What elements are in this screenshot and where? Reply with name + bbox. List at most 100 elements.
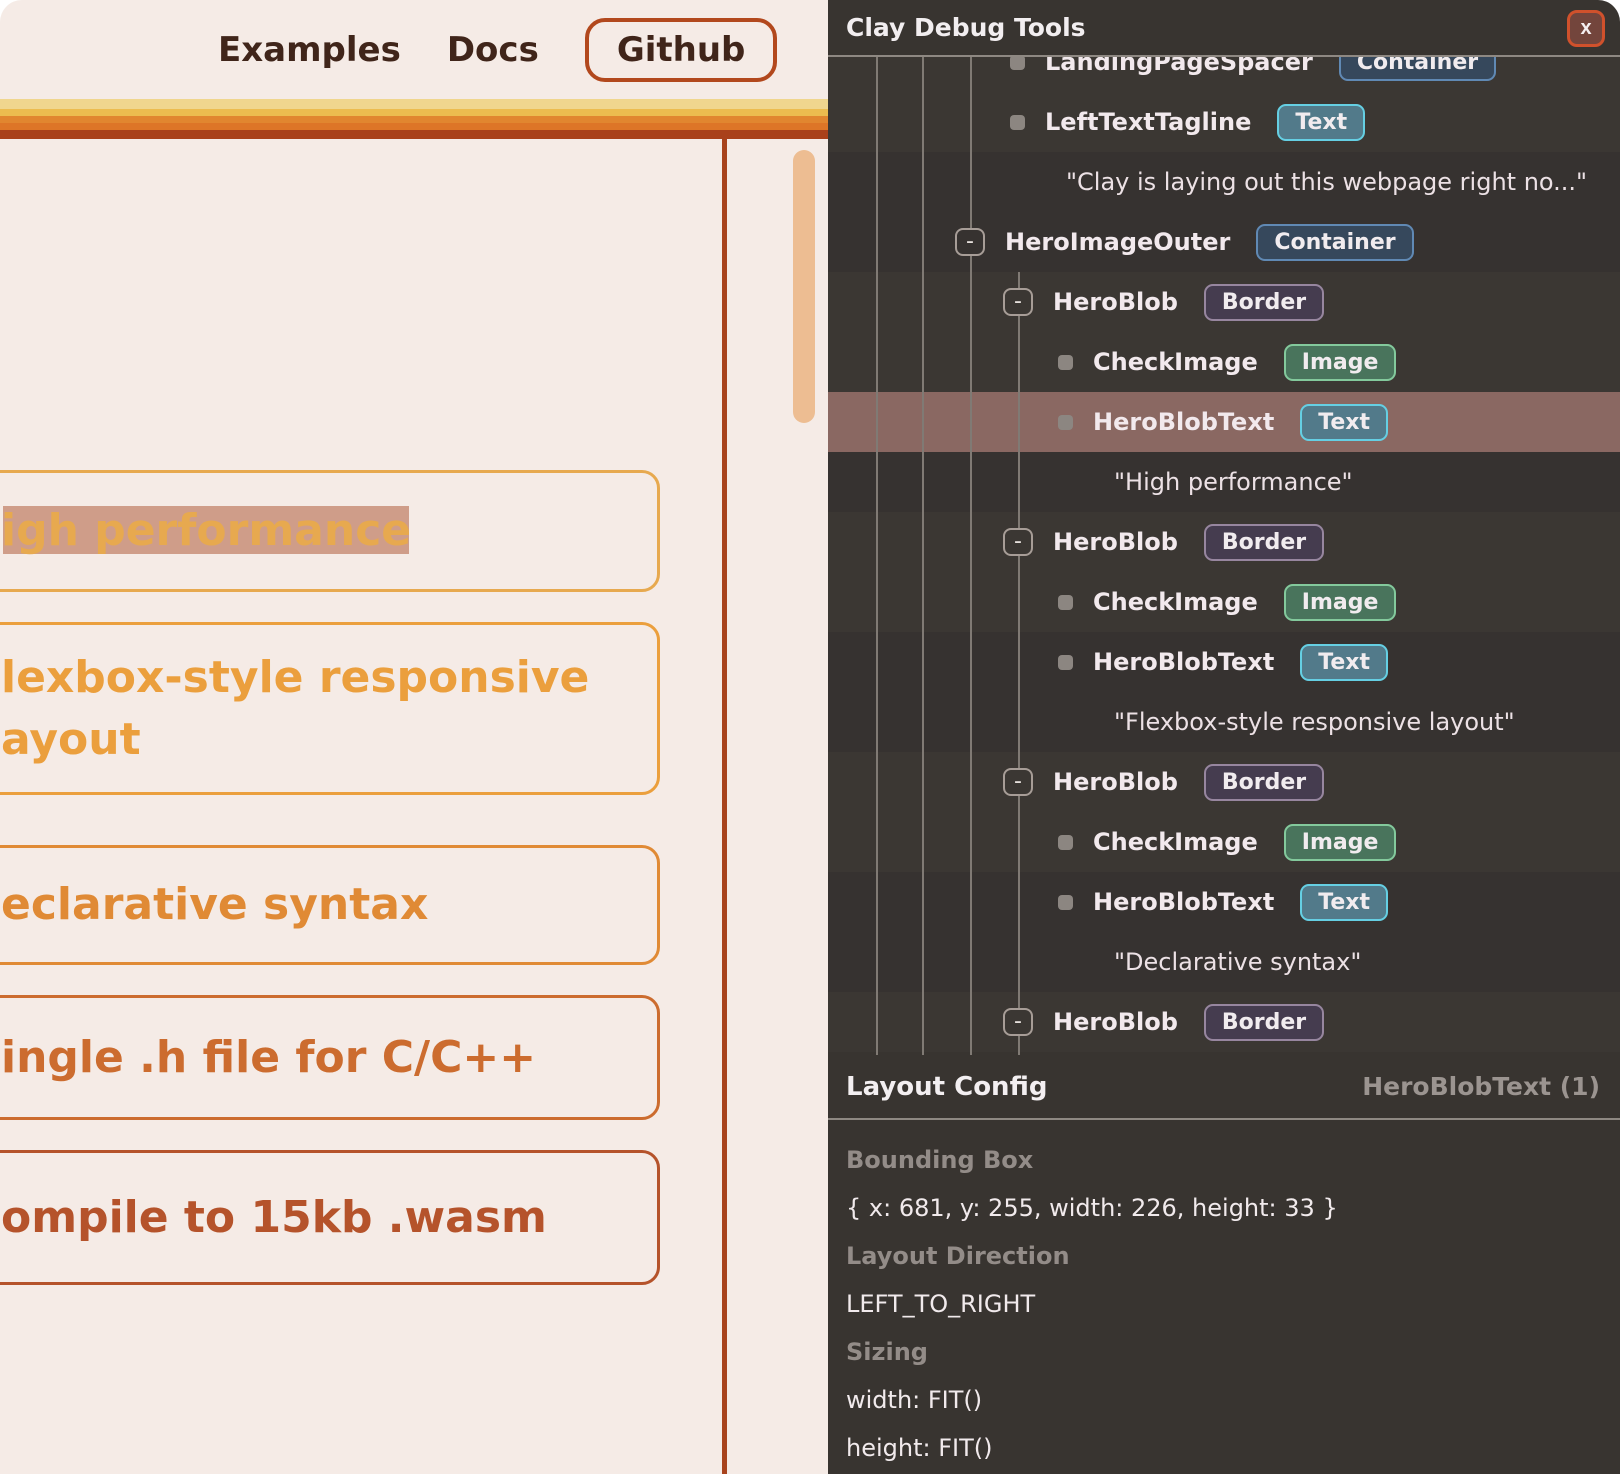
config-field-value: height: FIT() (846, 1424, 1620, 1472)
collapse-toggle-icon[interactable]: - (1003, 1008, 1033, 1036)
tree-row-HeroImageOuter[interactable]: -HeroImageOuter Container (828, 212, 1620, 272)
element-type-badge: Text (1300, 404, 1388, 441)
nav-item-examples[interactable]: Examples (218, 30, 401, 70)
gradient-stripe (0, 99, 828, 139)
tree-text-preview: "High performance" (1114, 468, 1353, 496)
tree-text-preview: "Clay is laying out this webpage right n… (1066, 168, 1587, 196)
feature-box-text: lexbox-style responsive (1, 647, 657, 709)
tree-indent-guide (922, 57, 924, 1055)
tree-row-HeroBlobText[interactable]: HeroBlobText Text (828, 872, 1620, 932)
selected-element-ref: HeroBlobText (1) (1362, 1072, 1600, 1101)
close-button[interactable]: x (1567, 10, 1605, 47)
tree-row-HeroBlob[interactable]: -HeroBlob Border (828, 512, 1620, 572)
element-type-badge: Container (1339, 57, 1496, 81)
element-type-badge: Border (1204, 764, 1324, 801)
element-type-badge: Image (1284, 344, 1397, 381)
clay-debug-panel: Clay Debug Tools x LandingPageSpacer Cont… (828, 0, 1620, 1474)
feature-box: eclarative syntax (0, 845, 660, 965)
tree-text-preview: "Declarative syntax" (1114, 948, 1361, 976)
collapse-toggle-icon[interactable]: - (1003, 288, 1033, 316)
config-field-label: Sizing (846, 1328, 1620, 1376)
tree-element-name: CheckImage (1093, 828, 1258, 856)
layout-config-body: Bounding Box{ x: 681, y: 255, width: 226… (828, 1122, 1620, 1474)
tree-text-preview: "Flexbox-style responsive layout" (1114, 708, 1515, 736)
leaf-bullet-icon (1058, 595, 1073, 610)
config-field-label: Bounding Box (846, 1136, 1620, 1184)
tree-text-preview-row: "Declarative syntax" (828, 932, 1620, 992)
github-button[interactable]: Github (585, 18, 778, 82)
element-type-badge: Border (1204, 524, 1324, 561)
element-type-badge: Image (1284, 824, 1397, 861)
tree-text-preview-row: "Clay is laying out this webpage right n… (828, 152, 1620, 212)
scrollbar-thumb[interactable] (793, 150, 815, 423)
tree-element-name: HeroBlob (1053, 288, 1178, 316)
collapse-toggle-icon[interactable]: - (955, 228, 985, 256)
element-type-badge: Text (1300, 884, 1388, 921)
config-field-label: Layout Direction (846, 1232, 1620, 1280)
tree-row-CheckImage[interactable]: CheckImage Image (828, 332, 1620, 392)
leaf-bullet-icon (1058, 655, 1073, 670)
layout-config-title: Layout Config (846, 1072, 1047, 1102)
leaf-bullet-icon (1058, 355, 1073, 370)
tree-text-preview-row: "Flexbox-style responsive layout" (828, 692, 1620, 752)
feature-box-text: ingle .h file for C/C++ (1, 1027, 657, 1089)
tree-element-name: CheckImage (1093, 588, 1258, 616)
leaf-bullet-icon (1058, 415, 1073, 430)
collapse-toggle-icon[interactable]: - (1003, 528, 1033, 556)
element-type-badge: Border (1204, 284, 1324, 321)
tree-row-HeroBlob[interactable]: -HeroBlob Border (828, 992, 1620, 1052)
element-type-badge: Border (1204, 1004, 1324, 1041)
tree-row-LandingPageSpacer[interactable]: LandingPageSpacer Container (828, 57, 1620, 92)
leaf-bullet-icon (1010, 57, 1025, 70)
debug-panel-header: Clay Debug Tools x (828, 0, 1620, 57)
stripe-band (0, 109, 828, 116)
stripe-band (0, 130, 828, 139)
stripe-band (0, 99, 828, 109)
tree-row-HeroBlobText[interactable]: HeroBlobText Text (828, 632, 1620, 692)
config-field-value: width: FIT() (846, 1376, 1620, 1424)
tree-text-preview-row: "High performance" (828, 452, 1620, 512)
feature-box: lexbox-style responsiveayout (0, 622, 660, 795)
element-type-badge: Container (1256, 224, 1413, 261)
top-nav: Examples Docs Github (218, 0, 777, 100)
config-field-value: LEFT_TO_RIGHT (846, 1280, 1620, 1328)
stripe-band (0, 123, 828, 130)
element-type-badge: Text (1277, 104, 1365, 141)
tree-row-HeroBlob[interactable]: -HeroBlob Border (828, 752, 1620, 812)
layout-config-header: Layout Config HeroBlobText (1) (828, 1055, 1620, 1120)
tree-row-HeroBlobText[interactable]: HeroBlobText Text (828, 392, 1620, 452)
feature-box: ompile to 15kb .wasm (0, 1150, 660, 1285)
tree-element-name: HeroBlob (1053, 768, 1178, 796)
feature-box-text: ompile to 15kb .wasm (1, 1187, 657, 1249)
element-type-badge: Image (1284, 584, 1397, 621)
feature-box-text: igh performance (1, 500, 657, 562)
element-tree: LandingPageSpacer Container LeftTextTaglin… (828, 57, 1620, 1055)
tree-element-name: HeroBlobText (1093, 408, 1274, 436)
tree-element-name: HeroBlobText (1093, 648, 1274, 676)
screenshot-root: Examples Docs Github igh performance lexb… (0, 0, 1620, 1474)
clay-webpage: Examples Docs Github igh performance lexb… (0, 0, 828, 1474)
tree-element-name: LandingPageSpacer (1045, 57, 1313, 76)
tree-element-name: HeroBlobText (1093, 888, 1274, 916)
tree-element-name: HeroBlob (1053, 528, 1178, 556)
element-type-badge: Text (1300, 644, 1388, 681)
tree-element-name: LeftTextTagline (1045, 108, 1251, 136)
tree-element-name: HeroImageOuter (1005, 228, 1230, 256)
tree-row-CheckImage[interactable]: CheckImage Image (828, 812, 1620, 872)
feature-box: ingle .h file for C/C++ (0, 995, 660, 1120)
nav-item-docs[interactable]: Docs (447, 30, 539, 70)
tree-element-name: HeroBlob (1053, 1008, 1178, 1036)
collapse-toggle-icon[interactable]: - (1003, 768, 1033, 796)
stripe-band (0, 116, 828, 123)
tree-element-name: CheckImage (1093, 348, 1258, 376)
tree-row-CheckImage[interactable]: CheckImage Image (828, 572, 1620, 632)
tree-row-HeroBlob[interactable]: -HeroBlob Border (828, 272, 1620, 332)
config-field-value: { x: 681, y: 255, width: 226, height: 33… (846, 1184, 1620, 1232)
feature-box-text: eclarative syntax (1, 874, 657, 936)
debug-panel-title: Clay Debug Tools (846, 13, 1086, 42)
tree-indent-guide (1018, 272, 1020, 1055)
leaf-bullet-icon (1010, 115, 1025, 130)
feature-box: igh performance (0, 470, 660, 592)
leaf-bullet-icon (1058, 895, 1073, 910)
tree-row-LeftTextTagline[interactable]: LeftTextTagline Text (828, 92, 1620, 152)
